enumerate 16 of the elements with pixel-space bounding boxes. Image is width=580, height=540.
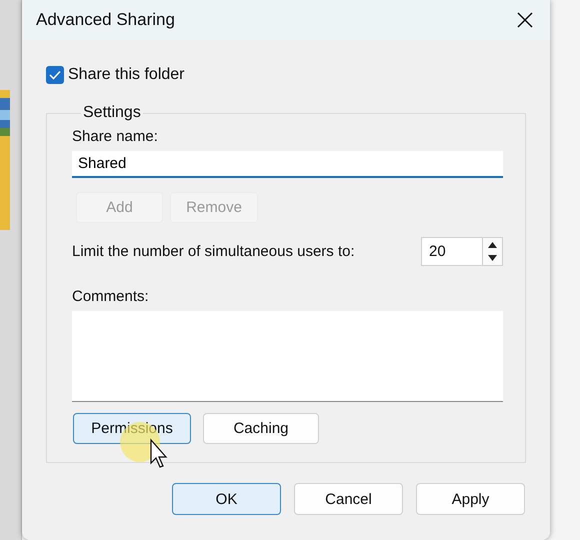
down-arrow-icon[interactable] (488, 255, 497, 262)
field-label: Share name: (72, 128, 159, 145)
group-title: Settings (82, 104, 142, 122)
user-limit-spinner[interactable]: 20 (421, 237, 503, 266)
cancel-button[interactable]: Cancel (294, 483, 403, 515)
share-name-field[interactable]: Shared (72, 151, 503, 178)
field-label: Comments: (72, 288, 150, 305)
share-folder-checkbox[interactable]: Share this folder (46, 66, 526, 84)
field-label: Limit the number of simultaneous users to: (72, 243, 355, 260)
check-icon (49, 70, 61, 80)
comments-field[interactable] (72, 311, 503, 402)
caching-button[interactable]: Caching (203, 413, 319, 444)
apply-button[interactable]: Apply (416, 483, 525, 515)
window-title: Advanced Sharing (36, 10, 175, 30)
ok-button[interactable]: OK (172, 483, 281, 515)
up-arrow-icon[interactable] (488, 242, 497, 248)
